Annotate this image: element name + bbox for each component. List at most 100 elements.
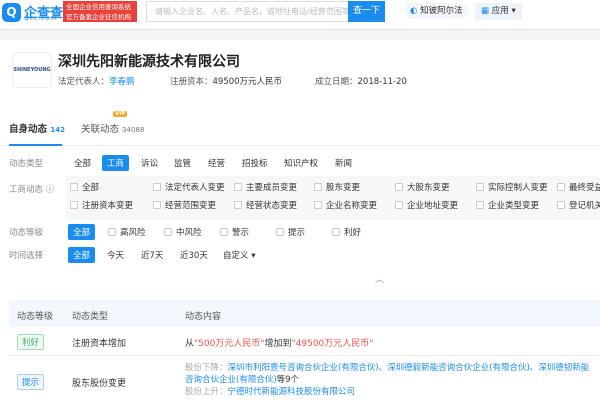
biz-option[interactable]: 最终受益 — [557, 181, 600, 193]
level-all[interactable]: 全部 — [68, 224, 96, 240]
time-all[interactable]: 全部 — [68, 247, 96, 263]
biz-option[interactable]: 企业地址变更 — [395, 199, 458, 211]
type-news[interactable]: 新闻 — [335, 157, 352, 169]
level-label-text: 警示 — [232, 228, 250, 238]
biz-option-label: 股东变更 — [326, 183, 361, 193]
up-label: 股份上升： — [185, 387, 228, 397]
active-tab-underline — [9, 144, 62, 146]
type-litigation[interactable]: 诉讼 — [141, 157, 158, 169]
tab-self[interactable]: 自身动态 142 — [9, 121, 65, 135]
type-all[interactable]: 全部 — [74, 157, 91, 169]
level-warning[interactable]: 警示 — [220, 226, 249, 238]
checkbox[interactable] — [276, 228, 284, 236]
shareholder-link[interactable]: 宁德时代新能源科技股份有限公司 — [228, 387, 356, 397]
row-content: 从"500万元人民币"增加到"49500万元人民币" — [185, 336, 373, 349]
row-type: 注册资本增加 — [72, 339, 127, 349]
company-name: 深圳先阳新能源技术有限公司 — [58, 54, 240, 70]
search-button[interactable]: 查一下 — [348, 1, 385, 22]
biz-option-label: 注册资本变更 — [82, 201, 134, 211]
checkbox[interactable] — [108, 228, 116, 236]
biz-option[interactable]: 企业名称变更 — [314, 199, 377, 211]
biz-label-text: 工商动态 — [9, 185, 44, 195]
caret-down-icon: ▾ — [511, 6, 516, 16]
checkbox[interactable] — [332, 228, 340, 236]
shares-up: 股份上升：宁德时代新能源科技股份有限公司 — [185, 386, 589, 398]
biz-option[interactable]: 股东变更 — [314, 181, 360, 193]
biz-option-label: 企业地址变更 — [407, 201, 459, 211]
biz-option[interactable]: 经营状态变更 — [234, 199, 297, 211]
top-header: Q 企查查 Qcc.com 全国企业信用查询系统 官方备案企业征信机构 请输入企业… — [0, 0, 600, 30]
level-tag-positive: 利好 — [17, 334, 45, 350]
biz-option-label: 经营范围变更 — [165, 201, 217, 211]
tab-label: 关联动态 — [81, 124, 120, 135]
main-card: SHINEYOUNG 深圳先阳新能源技术有限公司 法定代表人：李春鹏 注册资本：… — [0, 40, 600, 405]
old-capital: "500万元人民币" — [194, 339, 265, 349]
biz-option[interactable]: 主要成员变更 — [234, 181, 297, 193]
type-ip[interactable]: 知识产权 — [284, 157, 318, 169]
tab-label: 自身动态 — [9, 124, 48, 135]
capital-label: 注册资本： — [170, 77, 213, 87]
zhibi-label: 知彼阿尔法 — [420, 6, 463, 16]
biz-option-label: 主要成员变更 — [246, 183, 298, 193]
type-regulation[interactable]: 监管 — [174, 157, 191, 169]
level-positive[interactable]: 利好 — [332, 226, 361, 238]
rep-link[interactable]: 李春鹏 — [109, 77, 135, 87]
level-high[interactable]: 高风险 — [108, 226, 146, 238]
level-label-text: 提示 — [288, 228, 306, 238]
legal-rep: 法定代表人：李春鹏 — [58, 75, 135, 87]
biz-option-label: 企业名称变更 — [326, 201, 378, 211]
biz-option[interactable]: 法定代表人变更 — [153, 181, 225, 193]
shareholder-links[interactable]: 深圳市利阳壹号咨询合伙企业(有限合伙)、深圳德毅新能咨询合伙企业(有限合伙)、深… — [228, 363, 590, 373]
company-logo: SHINEYOUNG — [12, 52, 52, 88]
checkbox[interactable] — [395, 201, 403, 209]
biz-option-label: 大股东变更 — [407, 183, 450, 193]
time-7days[interactable]: 近7天 — [141, 249, 163, 261]
checkbox[interactable] — [557, 183, 565, 191]
checkbox[interactable] — [476, 183, 484, 191]
apps-button[interactable]: ▦ 应用 ▾ — [475, 3, 522, 20]
checkbox[interactable] — [153, 183, 161, 191]
checkbox[interactable] — [164, 228, 172, 236]
level-tag-notice: 提示 — [17, 374, 45, 390]
zhibi-button[interactable]: ◐ 知彼阿尔法 — [404, 3, 469, 19]
text: 从 — [185, 339, 195, 349]
checkbox[interactable] — [314, 183, 322, 191]
checkbox[interactable] — [234, 183, 242, 191]
search-input[interactable]: 请输入企业名、人名、产品名，或地址电话/经营范围等 — [146, 1, 350, 22]
biz-option[interactable]: 大股东变更 — [395, 181, 450, 193]
row-divider — [9, 355, 600, 356]
shareholder-link[interactable]: 咨询合伙企业(有限合伙) — [185, 375, 277, 385]
time-30days[interactable]: 近30天 — [180, 249, 208, 261]
biz-option[interactable]: 登记机关 — [557, 199, 600, 211]
time-custom[interactable]: 自定义 ▾ — [223, 249, 256, 261]
type-bidding[interactable]: 招投标 — [242, 157, 268, 169]
tab-count: 34088 — [122, 126, 145, 134]
zhibi-icon: ◐ — [410, 6, 421, 16]
biz-label: 工商动态 ⓘ — [9, 183, 54, 195]
biz-option[interactable]: 注册资本变更 — [70, 199, 133, 211]
info-icon[interactable]: ⓘ — [46, 185, 55, 195]
biz-option[interactable]: 全部 — [70, 181, 99, 193]
checkbox[interactable] — [395, 183, 403, 191]
biz-option[interactable]: 经营范围变更 — [153, 199, 216, 211]
checkbox[interactable] — [70, 201, 78, 209]
logo-sub: Qcc.com — [24, 15, 58, 22]
checkbox[interactable] — [314, 201, 322, 209]
checkbox[interactable] — [70, 183, 78, 191]
type-operation[interactable]: 经营 — [208, 157, 225, 169]
col-content: 动态内容 — [185, 312, 222, 322]
checkbox[interactable] — [153, 201, 161, 209]
collapse-chevron-up-icon[interactable]: ︿ — [375, 272, 384, 285]
level-notice[interactable]: 提示 — [276, 226, 305, 238]
type-business[interactable]: 工商 — [102, 155, 130, 171]
time-today[interactable]: 今天 — [107, 249, 124, 261]
checkbox[interactable] — [234, 201, 242, 209]
checkbox[interactable] — [220, 228, 228, 236]
level-medium[interactable]: 中风险 — [164, 226, 202, 238]
tab-related[interactable]: 关联动态 34088 — [81, 121, 144, 135]
checkbox[interactable] — [476, 201, 484, 209]
biz-option[interactable]: 企业类型变更 — [476, 199, 539, 211]
qcc-logo-icon[interactable]: Q — [2, 3, 21, 22]
checkbox[interactable] — [557, 201, 565, 209]
biz-option[interactable]: 实际控制人变更 — [476, 181, 548, 193]
